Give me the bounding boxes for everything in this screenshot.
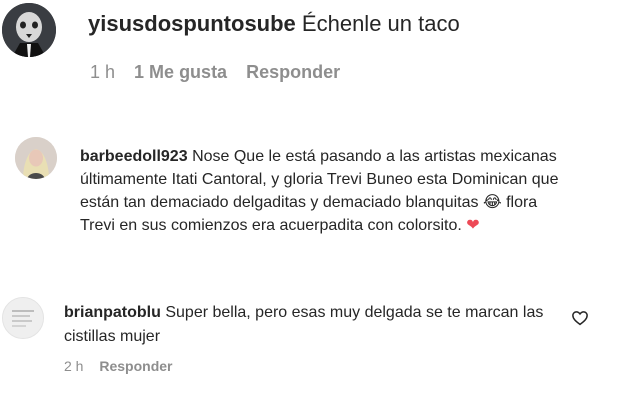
- comment-meta: 1 h 1 Me gusta Responder: [90, 62, 354, 83]
- likes-count[interactable]: 1 Me gusta: [134, 62, 227, 82]
- avatar[interactable]: [15, 137, 57, 179]
- comment-username[interactable]: yisusdospuntosube: [88, 11, 296, 36]
- avatar[interactable]: [2, 3, 56, 57]
- comment-time: 1 h: [90, 62, 116, 82]
- reply-button[interactable]: Responder: [246, 62, 340, 82]
- avatar[interactable]: [2, 297, 44, 339]
- reply-button[interactable]: Responder: [99, 358, 172, 374]
- comment-text: brianpatoblu Super bella, pero esas muy …: [64, 301, 564, 349]
- comment-username[interactable]: barbeedoll923: [80, 148, 188, 165]
- comment-meta: 2 h Responder: [64, 358, 184, 374]
- comment-body: Échenle un taco: [301, 11, 460, 36]
- comment-username[interactable]: brianpatoblu: [64, 304, 161, 321]
- comment-text: barbeedoll923 Nose Que le está pasando a…: [80, 145, 560, 237]
- heart-outline-icon[interactable]: [571, 309, 589, 327]
- comment-text: yisusdospuntosube Échenle un taco: [88, 10, 460, 38]
- comment-time: 2 h: [64, 358, 84, 374]
- heart-emoji: ❤: [466, 217, 480, 234]
